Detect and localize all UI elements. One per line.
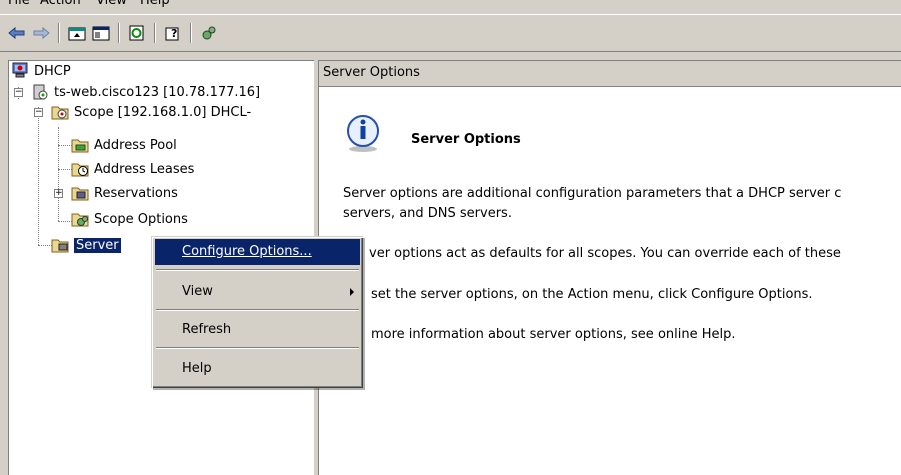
tree-label-address-leases: Address Leases — [94, 161, 195, 177]
tree-node-scope-options[interactable]: Scope Options — [71, 209, 188, 229]
address-leases-icon — [71, 160, 91, 178]
menu-bar: File Action View Help — [0, 0, 901, 11]
address-pool-icon — [71, 136, 91, 154]
toolbar-separator — [154, 23, 156, 43]
tree-label-dhcp: DHCP — [34, 63, 71, 79]
tree-node-server-options[interactable]: Server — [51, 235, 121, 255]
collapse-toggle[interactable]: − — [14, 88, 23, 97]
scope-options-icon — [71, 210, 91, 228]
tree-node-address-pool[interactable]: Address Pool — [71, 135, 177, 155]
show-hide-tree-icon[interactable] — [90, 22, 112, 44]
details-pane: Server Options Server Options Server opt… — [318, 60, 901, 475]
tree-label-scope: Scope [192.168.1.0] DHCL- — [74, 104, 252, 120]
tree-node-reservations[interactable]: Reservations — [71, 183, 178, 203]
info-icon — [343, 113, 383, 153]
tree-label-server: ts-web.cisco123 [10.78.177.16] — [54, 84, 261, 100]
menu-item-label: Help — [182, 361, 212, 376]
toolbar-separator — [118, 23, 120, 43]
collapse-toggle[interactable]: − — [34, 108, 43, 117]
tree-label-scope-options: Scope Options — [94, 211, 188, 227]
tree-label-address-pool: Address Pool — [94, 137, 177, 153]
toolbar-separator — [58, 23, 60, 43]
description-line-2: servers, and DNS servers. — [343, 206, 512, 221]
description-para-2: ver options act as defaults for all scop… — [369, 246, 841, 261]
description-line-1: Server options are additional configurat… — [343, 186, 842, 201]
menu-view[interactable]: View — [96, 0, 127, 8]
tree-node-dhcp[interactable]: DHCP — [11, 61, 71, 81]
svg-text:?: ? — [171, 27, 177, 40]
expand-toggle[interactable]: + — [54, 189, 63, 198]
server-icon — [31, 83, 51, 101]
menu-file[interactable]: File — [8, 0, 30, 8]
details-header: Server Options — [319, 61, 901, 87]
help-icon[interactable]: ? — [162, 22, 184, 44]
dhcp-icon — [11, 62, 31, 80]
menu-item-view[interactable]: View — [155, 279, 360, 305]
menu-item-configure-options[interactable]: Configure Options... — [155, 239, 360, 265]
tree-node-server[interactable]: ts-web.cisco123 [10.78.177.16] — [31, 82, 260, 102]
scope-folder-icon — [51, 103, 71, 121]
tree-label-reservations: Reservations — [94, 185, 178, 201]
menu-item-label: Configure Options... — [182, 244, 312, 259]
toolbar-separator — [190, 23, 192, 43]
menu-action[interactable]: Action — [40, 0, 81, 8]
menu-help[interactable]: Help — [140, 0, 170, 8]
menu-item-refresh[interactable]: Refresh — [155, 317, 360, 343]
tree-node-scope[interactable]: Scope [192.168.1.0] DHCL- — [51, 102, 251, 122]
description-para-3: set the server options, on the Action me… — [371, 287, 813, 302]
menu-item-label: Refresh — [182, 322, 232, 337]
server-options-icon — [51, 236, 71, 254]
forward-icon[interactable] — [30, 22, 52, 44]
toolbar: ? — [0, 14, 901, 52]
refresh-icon[interactable] — [126, 22, 148, 44]
back-icon[interactable] — [6, 22, 28, 44]
tree-node-address-leases[interactable]: Address Leases — [71, 159, 194, 179]
menu-item-label: View — [182, 284, 213, 299]
context-menu: Configure Options... View Refresh Help — [151, 236, 363, 388]
reservations-icon — [71, 184, 91, 202]
submenu-arrow-icon — [350, 288, 354, 296]
details-title: Server Options — [411, 132, 521, 147]
configure-icon[interactable] — [198, 22, 220, 44]
menu-item-help[interactable]: Help — [155, 356, 360, 382]
menu-separator — [156, 309, 359, 311]
menu-separator — [156, 269, 359, 271]
description-para-4: more information about server options, s… — [371, 327, 736, 342]
up-folder-icon[interactable] — [66, 22, 88, 44]
menu-separator — [156, 347, 359, 349]
tree-label-server-options: Server — [74, 237, 121, 253]
